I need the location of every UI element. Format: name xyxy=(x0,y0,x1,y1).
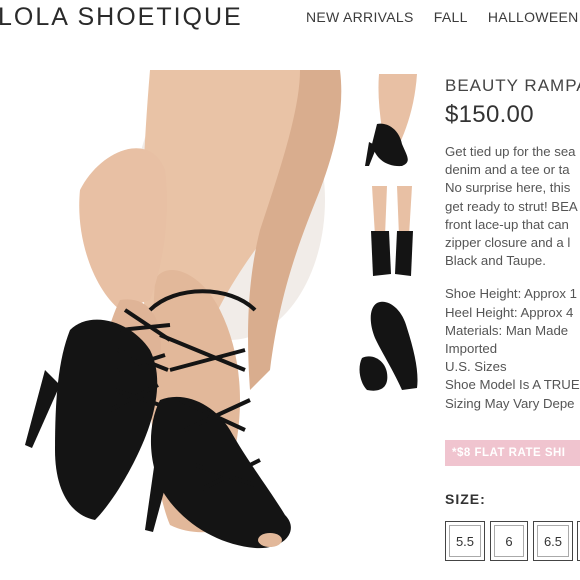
size-option-6[interactable]: 6 xyxy=(490,521,528,561)
description-line: zipper closure and a l xyxy=(445,235,571,251)
main-nav: NEW ARRIVALS FALL HALLOWEEN xyxy=(306,9,580,25)
shipping-promo-banner[interactable]: *$8 FLAT RATE SHI xyxy=(445,440,580,466)
description-line: Black and Taupe. xyxy=(445,253,546,269)
site-header: LOLA SHOETIQUE NEW ARRIVALS FALL HALLOWE… xyxy=(0,0,580,36)
size-option-6-5[interactable]: 6.5 xyxy=(533,521,573,561)
spec-line: U.S. Sizes xyxy=(445,359,507,375)
size-label: SIZE: xyxy=(445,491,486,507)
size-option-frame xyxy=(537,525,569,557)
description-line: denim and a tee or ta xyxy=(445,162,570,178)
product-title: BEAUTY RAMPAGE xyxy=(445,76,580,95)
spec-line: Shoe Height: Approx 1 xyxy=(445,286,577,302)
main-product-image[interactable] xyxy=(0,70,345,580)
thumbnail-2[interactable] xyxy=(357,186,427,283)
product-description: Get tied up for the sea denim and a tee … xyxy=(445,143,580,270)
description-line: No surprise here, this xyxy=(445,180,571,196)
spec-line: Heel Height: Approx 4 xyxy=(445,304,574,320)
thumbnail-3[interactable] xyxy=(357,298,427,398)
size-option-5-5[interactable]: 5.5 xyxy=(445,521,485,561)
product-specs: Shoe Height: Approx 1 Heel Height: Appro… xyxy=(445,285,580,412)
product-details: BEAUTY RAMPAGE $150.00 Get tied up for t… xyxy=(445,76,580,413)
thumbnail-1[interactable] xyxy=(357,74,427,171)
size-option-frame xyxy=(449,525,481,557)
spec-line: Shoe Model Is A TRUE xyxy=(445,377,580,393)
description-line: front lace-up that can xyxy=(445,216,569,232)
store-logo[interactable]: LOLA SHOETIQUE xyxy=(0,3,243,32)
nav-halloween[interactable]: HALLOWEEN xyxy=(488,9,579,25)
size-option-frame xyxy=(494,525,524,557)
spec-line: Imported xyxy=(445,341,498,357)
nav-fall[interactable]: FALL xyxy=(434,9,468,25)
spec-line: Materials: Man Made xyxy=(445,322,569,338)
spec-line: Sizing May Vary Depe xyxy=(445,395,575,411)
description-line: get ready to strut! BEA xyxy=(445,198,578,214)
description-line: Get tied up for the sea xyxy=(445,144,576,159)
nav-new-arrivals[interactable]: NEW ARRIVALS xyxy=(306,9,414,25)
product-price: $150.00 xyxy=(445,101,534,128)
